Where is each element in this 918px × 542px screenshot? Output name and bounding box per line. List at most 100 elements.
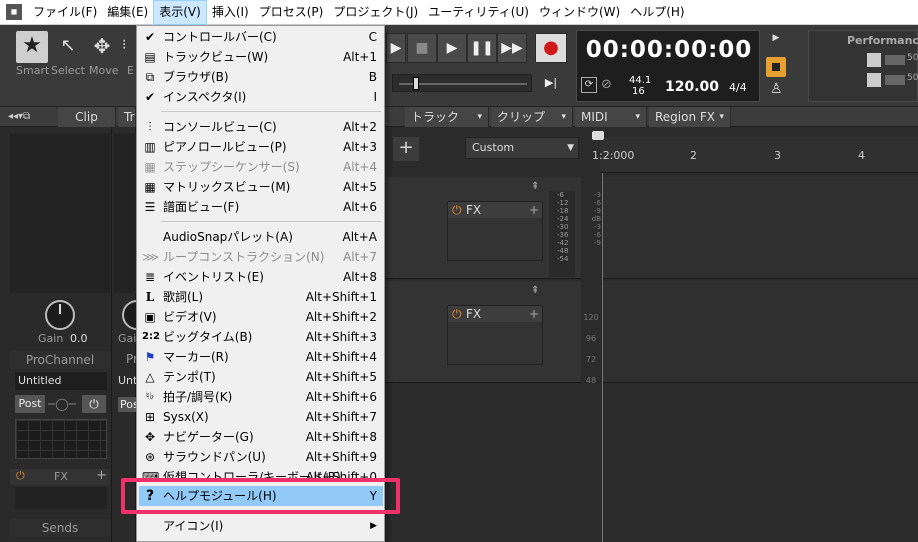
track-2-fx-label: FX [466,307,482,321]
record-button[interactable]: ● [535,33,567,63]
power-button[interactable]: ⏻ [82,395,106,413]
menu-item-shortcut: B [368,70,377,84]
fx-power-icon[interactable]: ⏻ [16,469,25,483]
menu-process[interactable]: プロセス(P) [254,0,329,25]
inspector-nav-button[interactable]: ◂◂▾⧉ [8,107,30,127]
tab-clip-menu[interactable]: クリップ ▾ [491,107,573,127]
meter-tick: -6 [557,191,564,199]
menu-edit[interactable]: 編集(E) [102,0,153,25]
track-2-header[interactable]: ⇞ ⏻ FX + [385,281,581,383]
play-button[interactable]: ▶ [437,33,467,63]
menu-item-label: ナビゲーター(G) [163,430,254,444]
track-2-fx-bin[interactable]: ⏻ FX + [447,305,543,365]
menu-item-surround-pan[interactable]: ⊛ サラウンドパン(U) Alt+Shift+9 [139,447,383,467]
play-mode-button[interactable]: ▶ [768,33,784,49]
tab-clip[interactable]: Clip [58,107,116,127]
menu-item-next-partial[interactable] [163,538,363,542]
rewind-button[interactable]: ▶ [386,33,406,63]
fx-add-icon[interactable]: + [529,306,539,322]
menu-item-piano-roll[interactable]: ▥ ピアノロールビュー(P) Alt+3 [139,137,383,157]
menu-item-label: ループコンストラクション(N) [163,250,325,264]
track-1-clip-lane[interactable] [603,177,918,279]
preset-field-2[interactable]: Unt [118,374,137,387]
slider-thumb[interactable] [413,77,419,90]
menu-item-matrix-view[interactable]: ▦ マトリックスビュー(M) Alt+5 [139,177,383,197]
fast-forward-button[interactable]: ▶▶ [497,33,527,63]
menu-item-icons[interactable]: アイコン(I) ▶ [139,516,383,536]
menu-item-sysx[interactable]: ⊞ Sysx(X) Alt+Shift+7 [139,407,383,427]
now-time-slider[interactable] [392,74,532,92]
menu-help[interactable]: ヘルプ(H) [625,0,689,25]
tab-track-menu[interactable]: トラック ▾ [405,107,489,127]
menu-item-track-view[interactable]: ▤ トラックビュー(W) Alt+1 [139,47,383,67]
eq-graph[interactable] [15,419,107,459]
track-1-header[interactable]: ⇞ ⏻ FX + -6 -12 -18 -24 -30 -36 -42 -48 … [385,177,581,279]
menu-item-big-time[interactable]: 2:2 ビッグタイム(B) Alt+Shift+3 [139,327,383,347]
menu-item-lyrics[interactable]: L 歌詞(L) Alt+Shift+1 [139,287,383,307]
tab-region-fx-menu[interactable]: Region FX ▾ [649,107,731,127]
pause-button[interactable]: ❚❚ [467,33,497,63]
menu-item-audiosnap-palette[interactable]: AudioSnapパレット(A) Alt+A [139,227,383,247]
tool-label-edit: E [127,64,134,77]
track-2-collapse-icon[interactable]: ⇞ [531,285,539,296]
prochannel-header[interactable]: ProChannel [10,351,110,369]
menu-item-video[interactable]: ▣ ビデオ(V) Alt+Shift+2 [139,307,383,327]
fx-power-icon[interactable]: ⏻ [452,202,462,218]
menu-window[interactable]: ウィンドウ(W) [534,0,625,25]
tab-track-inspector[interactable]: Tr [118,107,136,127]
move-tool-button[interactable]: ✥ [86,31,118,63]
fx-power-icon[interactable]: ⏻ [452,306,462,322]
timeline-ruler[interactable]: 1:2:000 2 3 4 [592,131,918,173]
menu-item-shortcut: Alt+Shift+8 [305,430,377,444]
loop-button[interactable] [766,57,786,77]
track-2-clip-lane[interactable] [603,281,918,383]
preset-select[interactable]: Custom ▼ [465,137,579,159]
track-1-meter: -6 -12 -18 -24 -30 -36 -42 -48 -54 [549,191,575,277]
smart-tool-button[interactable]: ★ [16,31,48,63]
gain-knob[interactable] [45,300,75,330]
menu-item-shortcut: Alt+Shift+2 [305,310,377,324]
menu-item-browser[interactable]: ⧉ ブラウザ(B) B [139,67,383,87]
menu-item-inspector[interactable]: ✔ インスペクタ(I) I [139,87,383,107]
fx-bin[interactable] [15,487,107,509]
menu-item-control-bar[interactable]: ✔ コントロールバー(C) C [139,27,383,47]
menu-item-console-view[interactable]: ⫶ コンソールビュー(C) Alt+2 [139,117,383,137]
fx-add-icon[interactable]: + [529,202,539,218]
menu-insert[interactable]: 挿入(I) [207,0,254,25]
arrow-icon: ↖ [60,35,76,56]
menu-project[interactable]: プロジェクト(J) [328,0,423,25]
inspector-panel: Gain 0.0 ProChannel Untitled Post ─◯─ ⏻ … [0,127,152,542]
menu-item-step-sequencer[interactable]: ▦ ステップシーケンサー(S) Alt+4 [139,157,383,177]
menu-item-event-list[interactable]: ≣ イベントリスト(E) Alt+8 [139,267,383,287]
track-1-collapse-icon[interactable]: ⇞ [531,181,539,192]
select-tool-button[interactable]: ↖ [52,31,84,63]
menu-item-loop-construction[interactable]: ⋙ ループコンストラクション(N) Alt+7 [139,247,383,267]
edit-tool-button[interactable]: ⁝ [120,31,134,63]
play-icon: ▶ [446,40,458,56]
meter-display[interactable]: 4/4 [729,81,747,94]
go-to-end-button[interactable]: ▶| [538,74,564,92]
menu-item-markers[interactable]: ⚑ マーカー(R) Alt+Shift+4 [139,347,383,367]
menu-item-navigator[interactable]: ✥ ナビゲーター(G) Alt+Shift+8 [139,427,383,447]
midi-menu-label: MIDI [581,110,608,124]
menu-view[interactable]: 表示(V) [153,0,207,25]
track-1-fx-bin[interactable]: ⏻ FX + [447,201,543,261]
tab-midi-menu[interactable]: MIDI ▾ [575,107,647,127]
post-button[interactable]: Post [15,395,45,413]
menu-file[interactable]: ファイル(F) [28,0,102,25]
menu-item-tempo[interactable]: △ テンポ(T) Alt+Shift+5 [139,367,383,387]
fx-add-icon[interactable]: + [96,468,107,483]
add-track-button[interactable]: + [393,137,419,161]
time-display[interactable]: 00:00:00:00 ⟳ ⊘ 44.1 16 120.00 4/4 [576,30,760,102]
menu-item-staff-view[interactable]: ☰ 譜面ビュー(F) Alt+6 [139,197,383,217]
menu-utility[interactable]: ユーティリティ(U) [423,0,534,25]
stop-button[interactable]: ■ [407,33,437,63]
playhead-marker[interactable] [592,131,604,140]
tempo-display[interactable]: 120.00 [665,79,719,95]
menu-item-meter-key[interactable]: ♮♭ 拍子/調号(K) Alt+Shift+6 [139,387,383,407]
menu-item-shortcut: Alt+8 [343,270,377,284]
track-2-fx-header: ⏻ FX + [448,306,542,322]
move-icon: ✥ [93,34,111,58]
preset-field[interactable]: Untitled [15,372,107,390]
metronome-icon[interactable]: ♙ [770,81,783,97]
